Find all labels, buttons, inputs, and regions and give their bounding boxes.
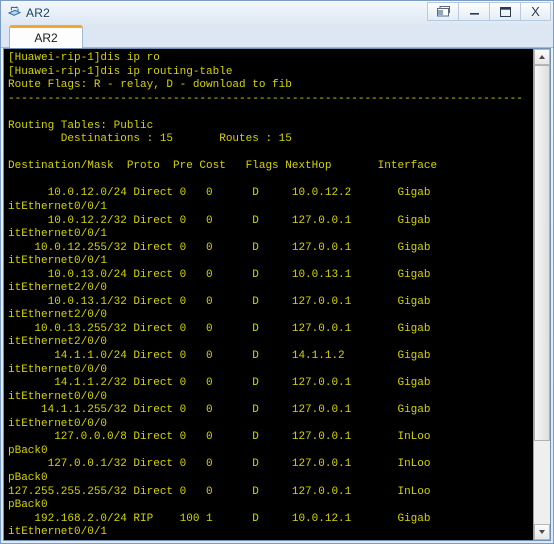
scrollbar-thumb[interactable] bbox=[534, 65, 550, 442]
scroll-down-button[interactable] bbox=[534, 524, 550, 540]
terminal-text: [Huawei-rip-1]dis ip ro [Huawei-rip-1]di… bbox=[8, 52, 533, 540]
restore-window-button[interactable] bbox=[427, 2, 458, 21]
chevron-down-icon bbox=[539, 530, 545, 534]
scrollbar-track[interactable] bbox=[534, 65, 550, 524]
minimize-button[interactable] bbox=[458, 2, 489, 21]
window-controls: X bbox=[427, 2, 551, 21]
vertical-scrollbar[interactable] bbox=[533, 49, 550, 540]
tab-ar2[interactable]: AR2 bbox=[9, 25, 83, 48]
tab-strip: AR2 bbox=[1, 24, 553, 48]
console-area: [Huawei-rip-1]dis ip ro [Huawei-rip-1]di… bbox=[3, 48, 551, 541]
terminal-output-pane[interactable]: [Huawei-rip-1]dis ip ro [Huawei-rip-1]di… bbox=[4, 49, 533, 540]
terminal-body: [Huawei-rip-1]dis ip ro [Huawei-rip-1]di… bbox=[8, 52, 523, 540]
title-bar-left: AR2 bbox=[1, 6, 50, 20]
chevron-up-icon bbox=[539, 55, 545, 59]
window-title: AR2 bbox=[26, 5, 50, 20]
close-button[interactable]: X bbox=[520, 2, 551, 21]
maximize-button[interactable] bbox=[489, 2, 520, 21]
router-icon bbox=[7, 6, 22, 19]
scroll-up-button[interactable] bbox=[534, 49, 550, 65]
terminal-window: AR2 X AR2 [Huawei-rip-1]dis ip ro [Huawe… bbox=[0, 0, 554, 544]
title-bar: AR2 X bbox=[1, 1, 553, 24]
